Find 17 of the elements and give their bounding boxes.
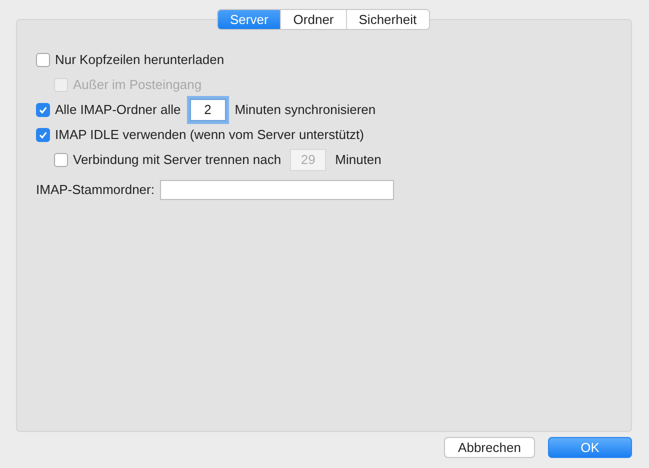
unit-label: Minuten synchronisieren <box>234 102 376 117</box>
checkbox-label: Nur Kopfzeilen herunterladen <box>55 52 224 67</box>
checkbox-label: Verbindung mit Server trennen nach <box>73 152 282 167</box>
checkbox-label: Alle IMAP-Ordner alle <box>55 102 181 117</box>
field-label: IMAP-Stammordner: <box>36 182 154 197</box>
unit-label: Minuten <box>335 152 382 167</box>
root-folder-field[interactable] <box>160 180 394 200</box>
checkbox[interactable] <box>36 52 50 66</box>
checkmark-icon <box>38 104 48 114</box>
checkbox-label: IMAP IDLE verwenden (wenn vom Server unterstützt) <box>55 127 364 142</box>
checkbox[interactable] <box>36 128 50 142</box>
checkbox-label: Außer im Posteingang <box>73 77 202 92</box>
checkbox[interactable] <box>54 152 68 166</box>
checkmark-icon <box>38 130 48 140</box>
cancel-button[interactable]: Abbrechen <box>444 437 535 458</box>
checkbox[interactable] <box>36 102 50 116</box>
tab[interactable]: Sicherheit <box>346 10 429 29</box>
